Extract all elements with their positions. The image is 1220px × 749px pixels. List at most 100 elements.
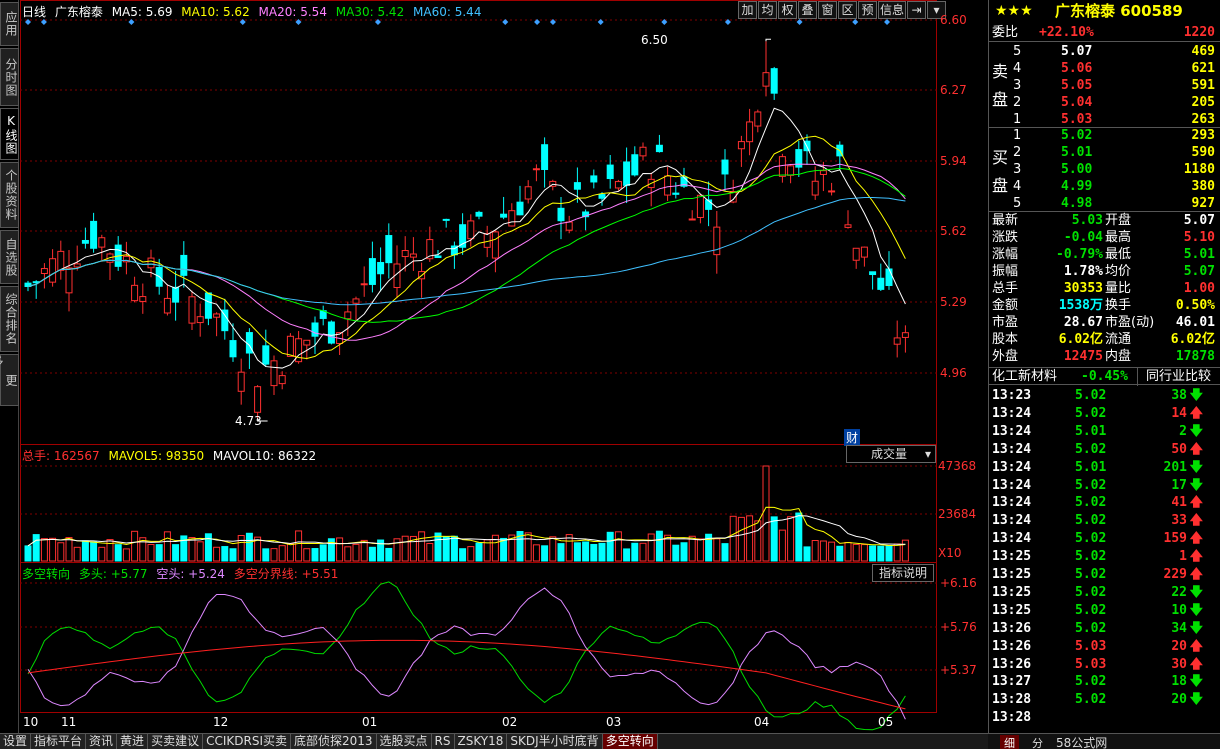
- order-volume: 621: [1191, 61, 1215, 76]
- order-level: 4: [1013, 179, 1022, 194]
- candle-body: [737, 141, 745, 150]
- tick-row: 13:28 5.02 20 🡇: [989, 691, 1220, 709]
- indicator-tab[interactable]: RS: [431, 734, 455, 749]
- high-price-annotation: 6.50: [641, 33, 668, 47]
- sell-order-row[interactable]: 2 5.04 205: [989, 94, 1220, 112]
- candle-body: [590, 175, 598, 183]
- volume-indicator-dropdown[interactable]: 成交量 ▾: [846, 445, 936, 463]
- sell-order-row[interactable]: 3 5.05 591: [989, 77, 1220, 95]
- volume-bar: [319, 544, 327, 562]
- stat-value: 0.50%: [1175, 298, 1215, 313]
- volume-bar: [500, 537, 508, 562]
- tab-ranking[interactable]: 综合排名: [0, 286, 19, 352]
- tick-volume: 201: [1163, 459, 1187, 475]
- arrow-up-icon: 🡅: [1189, 531, 1203, 547]
- indicator-tab[interactable]: 资讯: [86, 734, 118, 749]
- tab-kline[interactable]: K线图: [0, 108, 19, 160]
- indicator-tab[interactable]: ZSKY18: [454, 734, 508, 749]
- order-volume: 469: [1191, 44, 1215, 59]
- indicator-help-button[interactable]: 指标说明: [872, 564, 935, 582]
- high-leader: [765, 38, 771, 42]
- volume-bar: [106, 539, 114, 562]
- signal-diamond: [852, 19, 859, 25]
- indicator-tab[interactable]: 黄进: [117, 734, 149, 749]
- indicator-tab[interactable]: 设置: [0, 734, 32, 749]
- quote-panel: ★★★ 广东榕泰 600589 委比 +22.10% 1220 卖盘 5 5.07…: [988, 0, 1220, 733]
- indicator-tab[interactable]: 底部侦探2013: [290, 734, 377, 749]
- arrow-down-icon: 🡇: [1189, 459, 1203, 475]
- tab-intraday[interactable]: 分时图: [0, 48, 19, 106]
- arrow-down-icon: 🡇: [1189, 584, 1203, 600]
- volume-bar: [65, 537, 73, 562]
- candle-body: [860, 246, 868, 258]
- forecast-button[interactable]: 预: [858, 1, 877, 19]
- volume-bar: [606, 531, 614, 562]
- order-level: 5: [1013, 44, 1022, 59]
- tick-time: 13:24: [992, 531, 1032, 547]
- indicator-tab[interactable]: 多空转向: [602, 734, 658, 749]
- candle-body: [98, 237, 106, 248]
- buy-order-row[interactable]: 3 5.00 1180: [989, 161, 1220, 179]
- volume-bar: [770, 516, 778, 562]
- rights-button[interactable]: 权: [778, 1, 797, 19]
- tick-row: 13:25 5.02 1 🡅: [989, 548, 1220, 566]
- arrow-down-icon: 🡇: [1189, 477, 1203, 493]
- candle-body: [598, 194, 606, 199]
- indicator-tab[interactable]: 买卖建议: [148, 734, 204, 749]
- volume-bar: [623, 548, 631, 562]
- volume-dropdown-label: 成交量: [871, 447, 908, 461]
- candle-body: [163, 297, 171, 314]
- financial-marker[interactable]: 财: [844, 429, 861, 446]
- tab-watchlist[interactable]: 自选股: [0, 230, 19, 284]
- chart-canvas[interactable]: [20, 0, 937, 733]
- expand-button[interactable]: ⇥: [907, 1, 926, 19]
- indicator-tab[interactable]: 指标平台: [31, 734, 87, 749]
- indicator-tab[interactable]: CCIKDRSI买卖: [203, 734, 291, 749]
- tab-apps[interactable]: 应用: [0, 2, 19, 46]
- candle-body: [532, 168, 540, 171]
- buy-order-row[interactable]: 4 4.99 380: [989, 178, 1220, 196]
- volume-bar: [122, 548, 130, 562]
- candle-body: [541, 144, 549, 170]
- industry-compare-button[interactable]: 同行业比较: [1137, 368, 1211, 386]
- arrow-down-icon: 🡇: [1189, 620, 1203, 636]
- candle-body: [778, 156, 786, 177]
- indicator-tab[interactable]: SKDJ半小时底背: [507, 734, 603, 749]
- tab-detail[interactable]: 细: [1000, 735, 1019, 749]
- volume-bar: [631, 542, 639, 562]
- indicator-tab[interactable]: 选股买点: [376, 734, 432, 749]
- stat-label: 市盈(动): [1105, 315, 1155, 330]
- buy-order-row[interactable]: 2 5.01 590: [989, 144, 1220, 162]
- overlay-button[interactable]: 叠: [798, 1, 817, 19]
- tab-split[interactable]: 分: [1028, 735, 1047, 749]
- industry-name[interactable]: 化工新材料: [992, 368, 1057, 386]
- arrow-up-icon: 🡅: [1189, 656, 1203, 672]
- boundary-line: [27, 639, 906, 710]
- volume-bar: [344, 546, 352, 562]
- tick-price: 5.03: [1075, 656, 1107, 672]
- indicator-tick: +6.16: [940, 576, 977, 590]
- tick-price: 5.03: [1075, 638, 1107, 654]
- info-button[interactable]: 信息: [878, 1, 906, 19]
- candle-body: [688, 218, 696, 221]
- window-button[interactable]: 窗: [818, 1, 837, 19]
- sell-order-row[interactable]: 4 5.06 621: [989, 60, 1220, 78]
- range-button[interactable]: 区: [838, 1, 857, 19]
- stat-label: 总手: [992, 281, 1019, 296]
- add-button[interactable]: 加: [738, 1, 757, 19]
- volume-bar: [860, 544, 868, 562]
- tick-price: 5.02: [1075, 531, 1107, 547]
- average-button[interactable]: 均: [758, 1, 777, 19]
- volume-bar: [213, 546, 221, 562]
- volume-bar: [532, 544, 540, 562]
- buy-order-row[interactable]: 1 5.02 293: [989, 127, 1220, 145]
- volume-bar: [836, 545, 844, 562]
- order-price: 5.06: [1061, 61, 1093, 76]
- volume-bar: [787, 516, 795, 562]
- sell-order-row[interactable]: 5 5.07 469: [989, 43, 1220, 61]
- tab-profile[interactable]: 个股资料: [0, 162, 19, 228]
- tab-more[interactable]: 更多...: [0, 354, 19, 413]
- chart-area[interactable]: 日线 广东榕泰 MA5: 5.69 MA10: 5.62 MA20: 5.54 …: [20, 0, 977, 733]
- stat-value: -0.79%: [1056, 247, 1103, 262]
- tick-row: 13:24 5.02 14 🡅: [989, 405, 1220, 423]
